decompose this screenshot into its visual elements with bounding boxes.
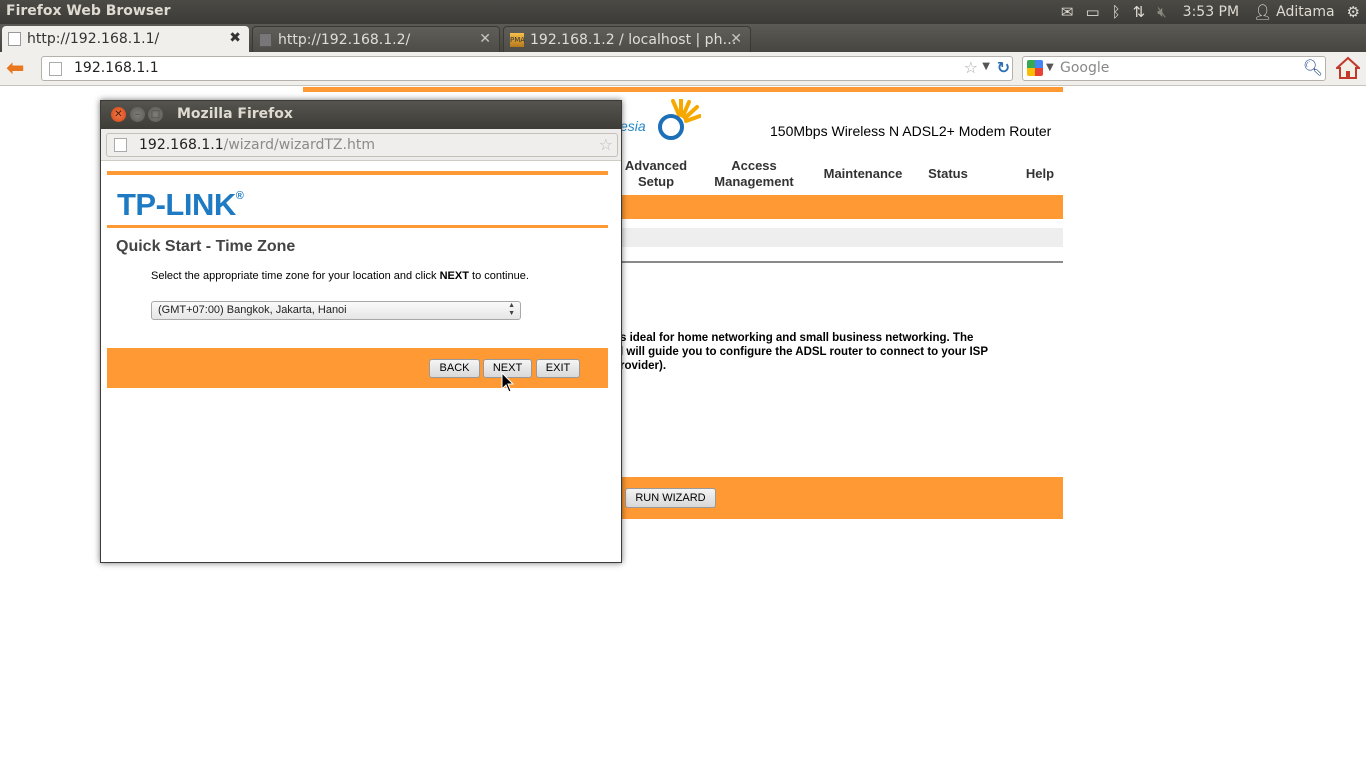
tab-label: http://192.168.1.1/ (27, 31, 160, 47)
mail-icon[interactable]: ✉ (1061, 3, 1074, 21)
exit-button[interactable]: EXIT (536, 359, 580, 378)
popup-url[interactable]: 192.168.1.1/wizard/wizardTZ.htm (139, 137, 375, 153)
back-arrow-icon[interactable]: ⬅ (6, 56, 24, 81)
menu-access-management[interactable]: Access Management (705, 158, 803, 190)
close-tab-icon[interactable]: ✕ (730, 31, 742, 47)
url-text[interactable]: 192.168.1.1 (74, 60, 159, 76)
search-bar[interactable]: ▼ Google 🔍︎ (1022, 56, 1326, 81)
tplink-logo: TP-LINK® (117, 187, 244, 222)
search-icon[interactable]: 🔍︎ (1303, 58, 1323, 77)
close-tab-icon[interactable]: ✕ (479, 31, 491, 47)
reload-icon[interactable]: ↻ (997, 58, 1010, 77)
mouse-cursor-icon (501, 372, 515, 393)
close-tab-icon[interactable]: ✖ (229, 30, 241, 46)
url-bar[interactable]: 192.168.1.1 ☆ ▼ ↻ (41, 56, 1013, 81)
tab-router-1[interactable]: http://192.168.1.1/ ✖ (2, 26, 249, 52)
section-bar (620, 228, 1063, 247)
product-name: 150Mbps Wireless N ADSL2+ Modem Router (770, 123, 1052, 139)
history-dropdown-icon[interactable]: ▼ (982, 61, 990, 72)
phpmyadmin-icon: PMA (510, 32, 525, 47)
tab-label: 192.168.1.2 / localhost | ph… (530, 31, 737, 48)
tab-label: http://192.168.1.2/ (278, 31, 411, 48)
page-title: Quick Start - Time Zone (116, 238, 296, 255)
battery-icon[interactable]: ▭ (1085, 3, 1099, 21)
page-icon (114, 138, 127, 152)
logo-stripe (107, 225, 608, 228)
home-icon[interactable] (1336, 56, 1360, 80)
popup-titlebar[interactable]: ✕ – □ Mozilla Firefox (101, 101, 621, 129)
clock[interactable]: 3:53 PM (1183, 4, 1239, 20)
page-icon (259, 32, 272, 47)
tab-router-2[interactable]: http://192.168.1.2/ ✕ (252, 26, 500, 52)
tab-strip: http://192.168.1.1/ ✖ http://192.168.1.2… (0, 24, 1366, 73)
top-stripe (107, 171, 608, 175)
panel-app-title: Firefox Web Browser (6, 3, 171, 19)
divider (620, 261, 1063, 263)
bookmark-star-icon[interactable]: ☆ (964, 58, 978, 77)
bookmark-star-icon[interactable]: ☆ (599, 135, 613, 154)
top-panel: Firefox Web Browser ✉ ▭ ᛒ ⇅ 🔇︎ 3:53 PM 👤… (0, 0, 1366, 24)
page-icon (8, 32, 21, 46)
search-engine-dropdown-icon[interactable]: ▼ (1046, 62, 1054, 73)
user-name[interactable]: Aditama (1276, 4, 1334, 20)
timezone-select[interactable]: (GMT+07:00) Bangkok, Jakarta, Hanoi ▲ ▼ (151, 301, 521, 320)
volume-muted-icon[interactable]: 🔇︎ (1157, 3, 1166, 21)
run-wizard-button[interactable]: RUN WIZARD (625, 488, 716, 508)
menu-advanced-setup[interactable]: Advanced Setup (620, 158, 692, 190)
menu-status[interactable]: Status (922, 166, 974, 182)
popup-location-bar: 192.168.1.1/wizard/wizardTZ.htm ☆ (101, 129, 621, 161)
popup-url-field[interactable]: 192.168.1.1/wizard/wizardTZ.htm ☆ (106, 133, 618, 157)
popup-window: ✕ – □ Mozilla Firefox 192.168.1.1/wizard… (100, 100, 622, 563)
menu-help[interactable]: Help (1020, 166, 1060, 182)
tab-phpmyadmin[interactable]: PMA 192.168.1.2 / localhost | ph… ✕ (503, 26, 751, 52)
network-icon[interactable]: ⇅ (1133, 3, 1146, 21)
button-bar: BACK NEXT EXIT (107, 348, 608, 388)
sun-logo-icon (658, 99, 701, 140)
power-gear-icon[interactable]: ⚙ (1347, 3, 1360, 21)
google-icon[interactable] (1027, 60, 1043, 76)
menu-maintenance[interactable]: Maintenance (818, 166, 908, 182)
instruction-text: Select the appropriate time zone for you… (151, 270, 529, 282)
user-icon: 👤︎ (1253, 3, 1273, 21)
bluetooth-icon[interactable]: ᛒ (1112, 3, 1121, 21)
page-icon (49, 62, 62, 76)
navigation-toolbar: ⬅ 192.168.1.1 ☆ ▼ ↻ ▼ Google 🔍︎ (0, 52, 1366, 86)
window-close-icon[interactable]: ✕ (111, 107, 126, 122)
window-maximize-icon[interactable]: □ (148, 107, 163, 122)
submenu-bar (620, 195, 1063, 219)
system-tray: ✉ ▭ ᛒ ⇅ 🔇︎ 3:53 PM 👤︎ Aditama ⚙ (1049, 0, 1366, 24)
header-stripe (303, 87, 1063, 92)
window-minimize-icon[interactable]: – (130, 107, 145, 122)
router-description: s ideal for home networking and small bu… (620, 332, 989, 372)
select-arrows-icon: ▲ ▼ (508, 302, 515, 317)
search-placeholder[interactable]: Google (1060, 60, 1109, 76)
telkom-logo-text: esia (620, 118, 646, 134)
back-button[interactable]: BACK (429, 359, 480, 378)
popup-title: Mozilla Firefox (177, 106, 293, 122)
